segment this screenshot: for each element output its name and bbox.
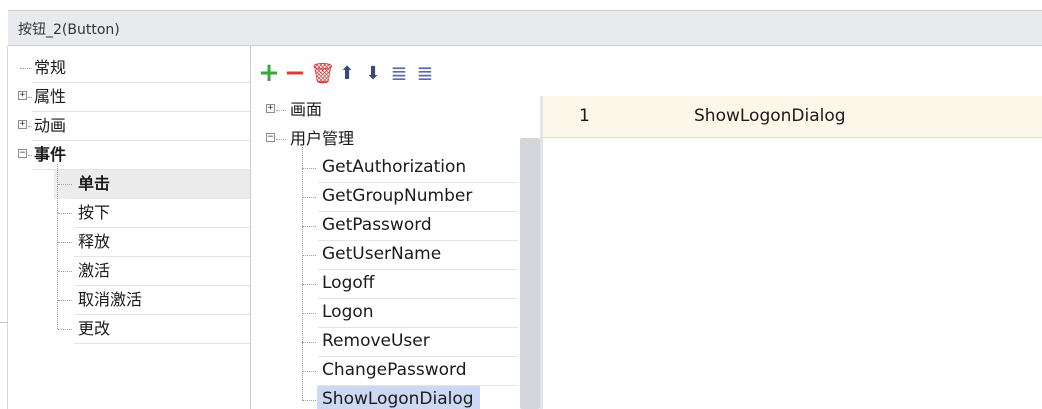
tree-expander-icon[interactable]: + <box>18 120 27 129</box>
function-tree-label: GetPassword <box>322 215 432 235</box>
tree-expander-icon[interactable]: + <box>18 91 27 100</box>
function-tree-label: GetGroupNumber <box>322 186 473 206</box>
add-button[interactable]: + <box>258 60 280 86</box>
function-list-row[interactable]: 1 ShowLogonDialog <box>543 96 1042 138</box>
function-tree-scrollbar[interactable] <box>520 138 540 409</box>
function-tree-label: ChangePassword <box>322 360 467 380</box>
tree-connector <box>302 371 316 373</box>
remove-icon: − <box>284 58 306 88</box>
function-tree-label: RemoveUser <box>322 331 430 351</box>
tree-connector <box>20 68 32 70</box>
left-tree-item[interactable]: − 事件 <box>14 141 250 170</box>
function-tree-item[interactable]: Logon <box>258 299 518 328</box>
system-function-tree: + 画面 − 用户管理 GetAuthorization GetGroupNumber Ge… <box>258 96 540 409</box>
outdent-button[interactable]: ≣ <box>414 60 436 86</box>
function-tree-item[interactable]: + 画面 <box>258 96 518 125</box>
function-tree-label: Logon <box>322 302 374 322</box>
tree-connector <box>57 164 59 329</box>
function-tree-item[interactable]: RemoveUser <box>258 328 518 357</box>
function-list-panel: 1 ShowLogonDialog <box>543 96 1042 409</box>
tree-connector <box>302 255 316 257</box>
left-tree-item[interactable]: 按下 <box>54 199 250 228</box>
tree-connector <box>302 400 316 402</box>
row-function-name[interactable]: ShowLogonDialog <box>694 106 846 126</box>
tree-expander-icon[interactable]: − <box>266 133 275 142</box>
left-edge-divider <box>7 46 8 409</box>
tree-connector <box>276 110 286 112</box>
tree-connector <box>58 184 72 186</box>
left-edge-mark <box>0 322 8 323</box>
indent-button[interactable]: ≣ <box>388 60 410 86</box>
function-tree-item[interactable]: GetAuthorization <box>258 154 518 183</box>
left-tree-label: 事件 <box>34 145 67 164</box>
left-tree-item[interactable]: 更改 <box>54 315 250 344</box>
delete-icon: 🗑 <box>310 61 336 85</box>
left-tree-label: 更改 <box>78 319 111 338</box>
function-tree-label: 用户管理 <box>290 129 355 148</box>
left-tree-item[interactable]: 激活 <box>54 257 250 286</box>
tree-connector <box>58 300 72 302</box>
left-tree-label: 释放 <box>78 232 111 251</box>
tree-connector <box>58 213 72 215</box>
tree-connector <box>302 342 316 344</box>
tree-connector <box>302 147 304 400</box>
left-tree-label: 单击 <box>78 174 111 193</box>
tree-connector <box>58 242 72 244</box>
left-tree-item[interactable]: + 属性 <box>14 83 250 112</box>
row-separator <box>74 343 250 344</box>
function-tree-item[interactable]: Logoff <box>258 270 518 299</box>
left-tree-item[interactable]: 单击 <box>54 170 250 199</box>
function-tree-item[interactable]: − 用户管理 <box>258 125 518 154</box>
function-tree-label: GetAuthorization <box>322 157 467 177</box>
remove-button[interactable]: − <box>284 60 306 86</box>
delete-button[interactable]: 🗑 <box>310 60 336 86</box>
title-bar: 按钮_2(Button) <box>8 10 1042 46</box>
add-icon: + <box>258 58 280 88</box>
tree-connector <box>302 226 316 228</box>
outdent-icon: ≣ <box>416 61 434 85</box>
function-tree-item[interactable]: ChangePassword <box>258 357 518 386</box>
left-tree-label: 属性 <box>34 87 67 106</box>
tree-connector <box>28 97 32 99</box>
left-category-tree: 常规 + 属性 + 动画 − 事件 单击 按下 释放 激活 取消激活 更改 <box>14 54 250 409</box>
function-tree-label: ShowLogonDialog <box>317 386 480 409</box>
move-down-button[interactable]: ⬇ <box>362 60 384 86</box>
tree-connector <box>302 284 316 286</box>
event-editor-window: 按钮_2(Button) 常规 + 属性 + 动画 − 事件 单击 按下 释放 激活 取消激活 更改 +… <box>0 0 1042 409</box>
tree-connector <box>28 126 32 128</box>
left-tree-item[interactable]: 取消激活 <box>54 286 250 315</box>
indent-icon: ≣ <box>390 61 408 85</box>
tree-expander-icon[interactable]: + <box>266 104 275 113</box>
tree-connector <box>302 313 316 315</box>
left-tree-item[interactable]: + 动画 <box>14 112 250 141</box>
left-tree-label: 激活 <box>78 261 111 280</box>
left-tree-label: 按下 <box>78 203 111 222</box>
function-tree-label: 画面 <box>290 100 323 119</box>
function-tree-item[interactable]: GetUserName <box>258 241 518 270</box>
left-tree-item[interactable]: 释放 <box>54 228 250 257</box>
tree-connector <box>58 329 72 331</box>
function-tree-label: Logoff <box>322 273 375 293</box>
tree-connector <box>302 168 316 170</box>
tree-expander-icon[interactable]: − <box>18 149 27 158</box>
tree-connector <box>28 155 32 157</box>
left-tree-item[interactable]: 常规 <box>14 54 250 83</box>
move-down-icon: ⬇ <box>365 63 381 84</box>
tree-connector <box>302 197 316 199</box>
row-index: 1 <box>579 106 590 126</box>
left-tree-label: 取消激活 <box>78 290 143 309</box>
move-up-button[interactable]: ⬆ <box>336 60 358 86</box>
function-tree-item[interactable]: GetGroupNumber <box>258 183 518 212</box>
tree-connector <box>58 271 72 273</box>
function-tree-label: GetUserName <box>322 244 442 264</box>
left-tree-label: 动画 <box>34 116 67 135</box>
function-tree-item[interactable]: ShowLogonDialog <box>258 386 518 409</box>
move-up-icon: ⬆ <box>339 63 355 84</box>
left-tree-label: 常规 <box>34 58 67 77</box>
panel-divider[interactable] <box>250 46 251 409</box>
tree-connector <box>276 139 286 141</box>
window-title: 按钮_2(Button) <box>18 22 120 38</box>
function-tree-item[interactable]: GetPassword <box>258 212 518 241</box>
